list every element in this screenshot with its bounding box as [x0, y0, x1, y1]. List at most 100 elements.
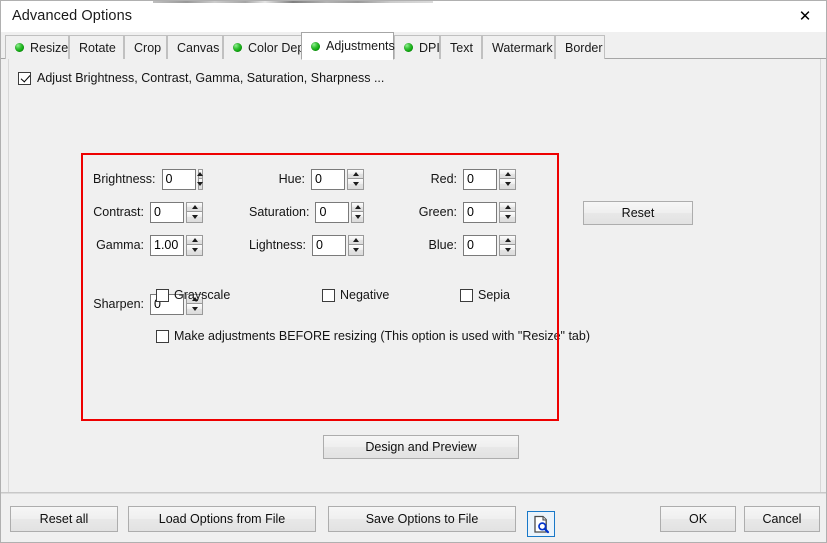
green-label: Green:: [418, 205, 457, 219]
negative-checkbox[interactable]: Negative: [322, 288, 389, 302]
stepper-up-icon[interactable]: [197, 168, 203, 179]
adjust-before-resize-checkbox[interactable]: Make adjustments BEFORE resizing (This o…: [156, 329, 590, 343]
tab-rotate[interactable]: Rotate: [69, 35, 124, 59]
tab-dpi[interactable]: DPI: [394, 35, 440, 59]
gamma-field[interactable]: Gamma:: [93, 234, 203, 256]
title-bar: Advanced Options ✕: [1, 1, 826, 32]
load-options-button[interactable]: Load Options from File: [128, 506, 316, 532]
grayscale-checkbox[interactable]: Grayscale: [156, 288, 230, 302]
tab-label: Watermark: [492, 40, 553, 55]
page-title: Advanced Options: [12, 8, 133, 24]
hue-field[interactable]: Hue:: [249, 168, 364, 190]
stepper-up-icon[interactable]: [347, 234, 364, 245]
blue-stepper[interactable]: [499, 234, 516, 256]
green-field[interactable]: Green:: [401, 201, 516, 223]
lightness-stepper[interactable]: [347, 234, 364, 256]
checkbox-icon: [156, 329, 169, 343]
reset-button[interactable]: Reset: [583, 201, 693, 225]
stepper-up-icon[interactable]: [351, 201, 364, 212]
status-dot-icon: [15, 43, 24, 52]
green-input[interactable]: [463, 201, 497, 223]
stepper-down-icon[interactable]: [499, 179, 516, 190]
gamma-input[interactable]: [150, 234, 184, 256]
stepper-down-icon[interactable]: [186, 245, 203, 256]
lightness-label: Lightness:: [249, 238, 306, 252]
stepper-up-icon[interactable]: [186, 201, 203, 212]
stepper-down-icon[interactable]: [499, 245, 516, 256]
tab-label: Text: [450, 40, 473, 55]
checkbox-icon: [156, 288, 169, 302]
lightness-input[interactable]: [311, 234, 346, 256]
design-and-preview-button[interactable]: Design and Preview: [323, 435, 519, 459]
preview-document-button[interactable]: [527, 511, 555, 537]
red-input[interactable]: [463, 168, 497, 190]
tab-border[interactable]: Border: [555, 35, 605, 59]
status-dot-icon: [311, 41, 320, 51]
brightness-stepper[interactable]: [197, 168, 203, 190]
saturation-stepper[interactable]: [351, 201, 364, 223]
adjust-before-resize-label: Make adjustments BEFORE resizing (This o…: [174, 329, 590, 343]
hue-input[interactable]: [311, 168, 345, 190]
red-label: Red:: [430, 172, 457, 186]
brightness-input[interactable]: [161, 168, 196, 190]
stepper-down-icon[interactable]: [351, 212, 364, 223]
tab-adjustments[interactable]: Adjustments: [301, 32, 395, 60]
stepper-up-icon[interactable]: [347, 168, 364, 179]
tab-text[interactable]: Text: [440, 35, 482, 59]
enable-adjustments-label: Adjust Brightness, Contrast, Gamma, Satu…: [37, 71, 385, 85]
tab-label: Border: [565, 40, 603, 55]
checkbox-icon: [18, 71, 31, 85]
brightness-label: Brightness:: [93, 172, 156, 186]
stepper-up-icon[interactable]: [186, 234, 203, 245]
contrast-field[interactable]: Contrast:: [93, 201, 203, 223]
tab-canvas[interactable]: Canvas: [167, 35, 223, 59]
tab-label: Canvas: [177, 40, 220, 55]
sepia-checkbox[interactable]: Sepia: [460, 288, 510, 302]
tab-color-depth[interactable]: Color Depth: [223, 35, 315, 59]
red-field[interactable]: Red:: [401, 168, 516, 190]
negative-label: Negative: [340, 288, 390, 302]
adjustments-pane: Adjust Brightness, Contrast, Gamma, Satu…: [1, 59, 826, 493]
stepper-down-icon[interactable]: [197, 179, 203, 190]
brightness-field[interactable]: Brightness:: [93, 168, 203, 190]
tab-crop[interactable]: Crop: [124, 35, 167, 59]
contrast-stepper[interactable]: [186, 201, 203, 223]
stepper-down-icon[interactable]: [347, 179, 364, 190]
close-button[interactable]: ✕: [782, 1, 826, 31]
stepper-up-icon[interactable]: [499, 201, 516, 212]
blue-input[interactable]: [463, 234, 497, 256]
advanced-options-dialog: Advanced Options ✕ Resize Rotate Crop Ca…: [0, 0, 827, 543]
tab-resize[interactable]: Resize: [5, 35, 69, 59]
highlight-rectangle: [81, 153, 559, 421]
stepper-down-icon[interactable]: [499, 212, 516, 223]
stepper-up-icon[interactable]: [499, 168, 516, 179]
sepia-label: Sepia: [478, 288, 510, 302]
gamma-stepper[interactable]: [186, 234, 203, 256]
hue-stepper[interactable]: [347, 168, 364, 190]
status-dot-icon: [404, 43, 413, 52]
tab-watermark[interactable]: Watermark: [482, 35, 555, 59]
saturation-field[interactable]: Saturation:: [249, 201, 364, 223]
stepper-down-icon[interactable]: [186, 212, 203, 223]
checkbox-icon: [322, 288, 335, 302]
grayscale-label: Grayscale: [174, 288, 231, 302]
lightness-field[interactable]: Lightness:: [249, 234, 364, 256]
red-stepper[interactable]: [499, 168, 516, 190]
stepper-up-icon[interactable]: [499, 234, 516, 245]
gamma-label: Gamma:: [96, 238, 144, 252]
save-options-button[interactable]: Save Options to File: [328, 506, 516, 532]
reset-all-button[interactable]: Reset all: [10, 506, 118, 532]
contrast-input[interactable]: [150, 201, 184, 223]
tab-label: Rotate: [79, 40, 116, 55]
checkbox-icon: [460, 288, 473, 302]
cancel-button[interactable]: Cancel: [744, 506, 820, 532]
tab-label: Adjustments: [326, 39, 395, 53]
stepper-down-icon[interactable]: [347, 245, 364, 256]
ok-button[interactable]: OK: [660, 506, 736, 532]
enable-adjustments-checkbox[interactable]: Adjust Brightness, Contrast, Gamma, Satu…: [18, 71, 384, 85]
green-stepper[interactable]: [499, 201, 516, 223]
stepper-down-icon[interactable]: [186, 304, 203, 315]
saturation-input[interactable]: [315, 201, 350, 223]
tab-label: Crop: [134, 40, 162, 55]
blue-field[interactable]: Blue:: [401, 234, 516, 256]
